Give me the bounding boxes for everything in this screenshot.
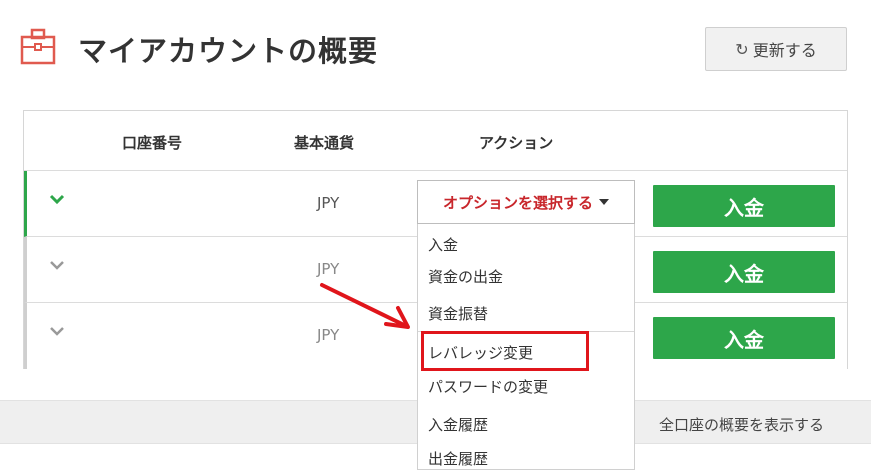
caret-down-icon — [599, 199, 609, 205]
table-header: 口座番号 基本通貨 アクション — [24, 111, 847, 171]
deposit-button[interactable]: 入金 — [653, 251, 835, 293]
currency-value: JPY — [317, 260, 340, 278]
refresh-label: 更新する — [752, 41, 817, 60]
column-header-action: アクション — [479, 134, 554, 152]
view-all-accounts-link[interactable]: 全口座の概要を表示する — [659, 414, 824, 435]
action-dropdown-menu: 入金 資金の出金 資金振替 レバレッジ変更 パスワードの変更 入金履歴 出金履歴 — [417, 224, 635, 470]
pointer-arrow-icon — [320, 283, 410, 329]
page-title: マイアカウントの概要 — [78, 34, 379, 68]
deposit-button[interactable]: 入金 — [653, 185, 835, 227]
refresh-button[interactable]: ↻ 更新する — [705, 27, 847, 71]
menu-item-withdraw-history[interactable]: 出金履歴 — [428, 448, 488, 469]
refresh-icon: ↻ — [735, 39, 749, 59]
page-header: マイアカウントの概要 ↻ 更新する — [0, 0, 871, 96]
menu-item-password-change[interactable]: パスワードの変更 — [428, 376, 548, 397]
chevron-down-icon[interactable] — [49, 191, 65, 207]
menu-divider — [418, 331, 634, 332]
column-header-account-number: 口座番号 — [122, 134, 183, 152]
menu-item-transfer[interactable]: 資金振替 — [428, 303, 488, 324]
action-select[interactable]: オプションを選択する — [417, 180, 635, 224]
menu-item-deposit[interactable]: 入金 — [428, 234, 458, 255]
column-header-base-currency: 基本通貨 — [294, 134, 355, 152]
deposit-button[interactable]: 入金 — [653, 317, 835, 359]
menu-item-withdraw[interactable]: 資金の出金 — [428, 266, 503, 287]
chevron-down-icon[interactable] — [49, 257, 65, 273]
action-select-label: オプションを選択する — [442, 193, 593, 212]
menu-item-leverage-change[interactable]: レバレッジ変更 — [428, 342, 533, 363]
menu-item-deposit-history[interactable]: 入金履歴 — [428, 414, 488, 435]
briefcase-icon — [20, 28, 56, 65]
currency-value: JPY — [317, 194, 340, 212]
chevron-down-icon[interactable] — [49, 323, 65, 339]
